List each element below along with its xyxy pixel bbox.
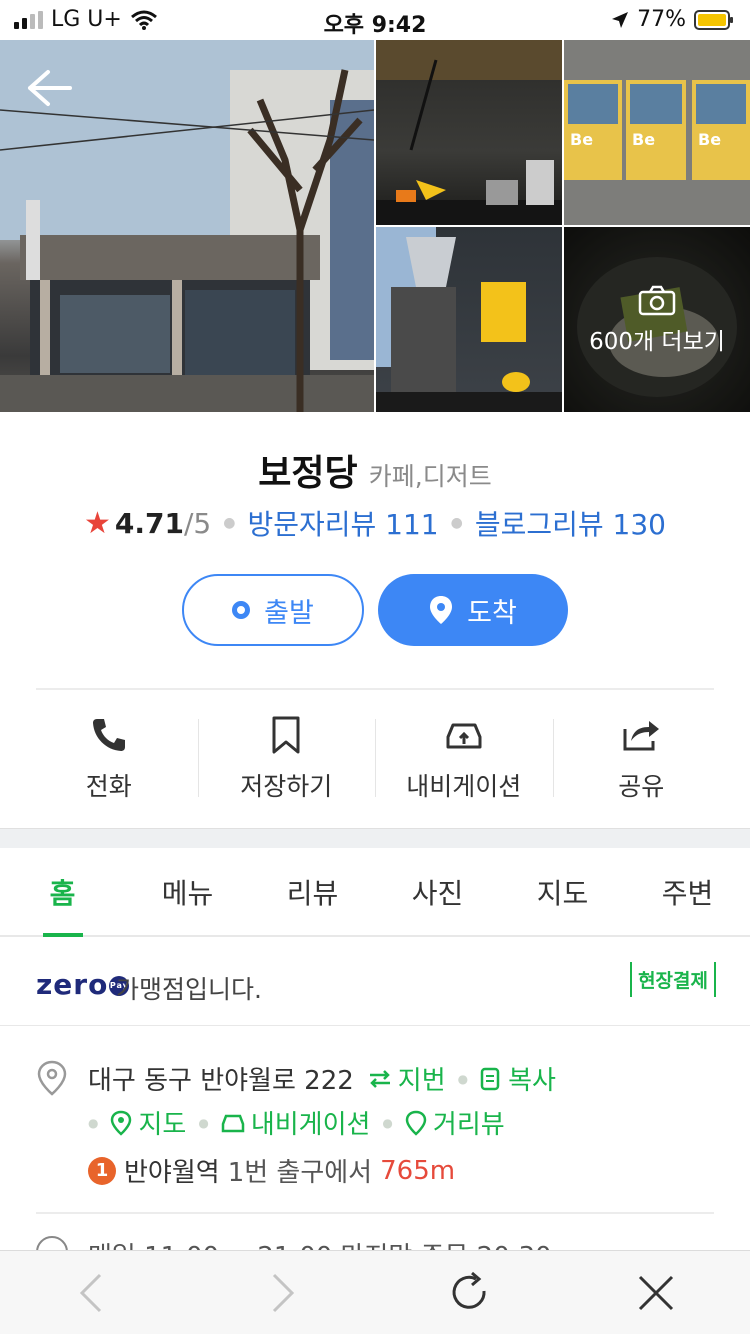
depart-label: 출발 (264, 597, 314, 629)
action-bar: 전화 저장하기 내비게이션 공유 (20, 715, 730, 803)
photo-thumb-grinder[interactable] (376, 227, 562, 412)
location-arrow-icon (612, 11, 629, 28)
separator-dot: ● (382, 1115, 393, 1130)
main-photo[interactable] (0, 40, 374, 412)
separator-dot: ● (223, 515, 236, 531)
address-text: 대구 동구 반야월로 222 (88, 1066, 354, 1096)
zeropay-text: 가맹점입니다. (116, 975, 262, 1004)
browser-forward-icon[interactable] (258, 1269, 306, 1317)
station-exit: 1번 출구에서 (227, 1158, 373, 1188)
battery-icon (694, 9, 733, 30)
call-action[interactable]: 전화 (20, 715, 198, 803)
car-icon (446, 723, 482, 749)
place-category: 카페,디저트 (368, 462, 492, 491)
share-label: 공유 (618, 772, 665, 801)
save-action[interactable]: 저장하기 (197, 715, 376, 803)
address-pin-icon (37, 1060, 67, 1096)
status-bar: LG U+ 오후 9:42 77% (0, 0, 750, 40)
navigation-link-label: 내비게이션 (250, 1110, 371, 1140)
svg-text:Be: Be (698, 130, 721, 149)
divider (36, 688, 714, 690)
copy-link[interactable]: 복사 (480, 1060, 556, 1097)
browser-back-icon[interactable] (68, 1269, 116, 1317)
status-right: 77% (611, 7, 733, 32)
zeropay-logo-text: zero (36, 968, 109, 1001)
rating-row: ★ 4.71 /5 ● 방문자리뷰 111 ● 블로그리뷰 130 (0, 503, 750, 543)
share-icon (623, 721, 660, 751)
bookmark-icon (272, 716, 300, 754)
roadview-pin-icon (405, 1110, 427, 1136)
navigation-action[interactable]: 내비게이션 (375, 715, 553, 803)
photo-thumb-more[interactable]: 600개 더보기 (564, 227, 750, 412)
call-label: 전화 (85, 772, 132, 801)
blog-reviews-link[interactable]: 블로그리뷰 130 (475, 503, 666, 543)
more-photos-overlay[interactable]: 600개 더보기 (564, 227, 750, 412)
star-icon: ★ (84, 505, 111, 541)
arrive-button[interactable]: 도착 (378, 574, 568, 646)
roadview-link[interactable]: 거리뷰 (405, 1104, 505, 1141)
close-icon[interactable] (632, 1269, 680, 1317)
map-link[interactable]: 지도 (110, 1104, 186, 1141)
navigation-label: 내비게이션 (406, 772, 522, 801)
separator-dot: ● (457, 1071, 469, 1086)
back-arrow-icon[interactable] (26, 68, 72, 108)
onsite-payment-badge: 현장결제 (630, 962, 716, 997)
tab-map[interactable]: 지도 (500, 848, 625, 935)
location-pin-icon (430, 596, 453, 624)
arrive-label: 도착 (467, 597, 517, 629)
place-title: 보정당 카페,디저트 (0, 444, 750, 496)
section-separator (0, 828, 750, 848)
copy-label: 복사 (508, 1066, 556, 1096)
map-pin-icon (111, 1110, 132, 1136)
visitor-reviews-link[interactable]: 방문자리뷰 111 (247, 503, 438, 543)
place-name: 보정당 (258, 453, 358, 494)
share-action[interactable]: 공유 (552, 715, 731, 803)
rating-score: 4.71 (114, 506, 184, 540)
tab-nearby[interactable]: 주변 (625, 848, 750, 935)
roadview-label: 거리뷰 (432, 1110, 505, 1140)
browser-toolbar (0, 1250, 750, 1334)
separator-dot: ● (198, 1115, 209, 1130)
origin-dot-icon (232, 601, 251, 619)
station-name: 반야월역 (124, 1158, 220, 1188)
zeropay-banner: zeroPay 가맹점입니다. 현장결제 (0, 940, 750, 1026)
address-links-line: ● 지도 ● 내비게이션 ● 거리뷰 (88, 1104, 505, 1141)
photo-thumb-posters[interactable]: Be Be Be (564, 40, 750, 225)
photo-gallery[interactable]: Be Be Be 600개 더보기 (0, 40, 750, 412)
svg-text:Be: Be (570, 130, 593, 149)
rating-max: /5 (184, 506, 212, 540)
route-buttons: 출발 도착 (182, 574, 568, 646)
battery-percent: 77% (637, 7, 686, 32)
svg-text:Be: Be (632, 130, 655, 149)
tab-menu[interactable]: 메뉴 (125, 848, 250, 935)
camera-icon (638, 285, 676, 315)
jibun-label: 지번 (397, 1066, 446, 1096)
separator-dot: ● (88, 1115, 99, 1130)
photo-thumb-interior[interactable] (376, 40, 562, 225)
swap-arrows-icon (369, 1069, 390, 1088)
place-detail-page: LG U+ 오후 9:42 77% Be Be Be 600개 더보기 보정당 … (0, 0, 750, 1334)
save-label: 저장하기 (240, 772, 333, 801)
jibun-link[interactable]: 지번 (368, 1060, 446, 1097)
tab-photos[interactable]: 사진 (375, 848, 500, 935)
tab-home[interactable]: 홈 (0, 848, 125, 937)
copy-icon (480, 1067, 500, 1090)
address-line: 대구 동구 반야월로 222 지번 ● 복사 (88, 1060, 556, 1097)
separator-dot: ● (450, 515, 463, 531)
station-distance: 765m (380, 1155, 456, 1186)
subway-line-badge: 1 (88, 1156, 116, 1185)
subway-line: 1 반야월역 1번 출구에서 765m (88, 1152, 455, 1189)
divider (36, 1212, 714, 1214)
phone-icon (92, 719, 125, 751)
map-label: 지도 (138, 1110, 187, 1140)
more-photos-label: 600개 더보기 (589, 328, 725, 355)
car-icon (221, 1114, 245, 1132)
tab-bar: 홈 메뉴 리뷰 사진 지도 주변 (0, 848, 750, 937)
reload-icon[interactable] (446, 1269, 494, 1317)
navigation-link[interactable]: 내비게이션 (221, 1104, 371, 1141)
depart-button[interactable]: 출발 (182, 574, 364, 646)
tab-reviews[interactable]: 리뷰 (250, 848, 375, 935)
